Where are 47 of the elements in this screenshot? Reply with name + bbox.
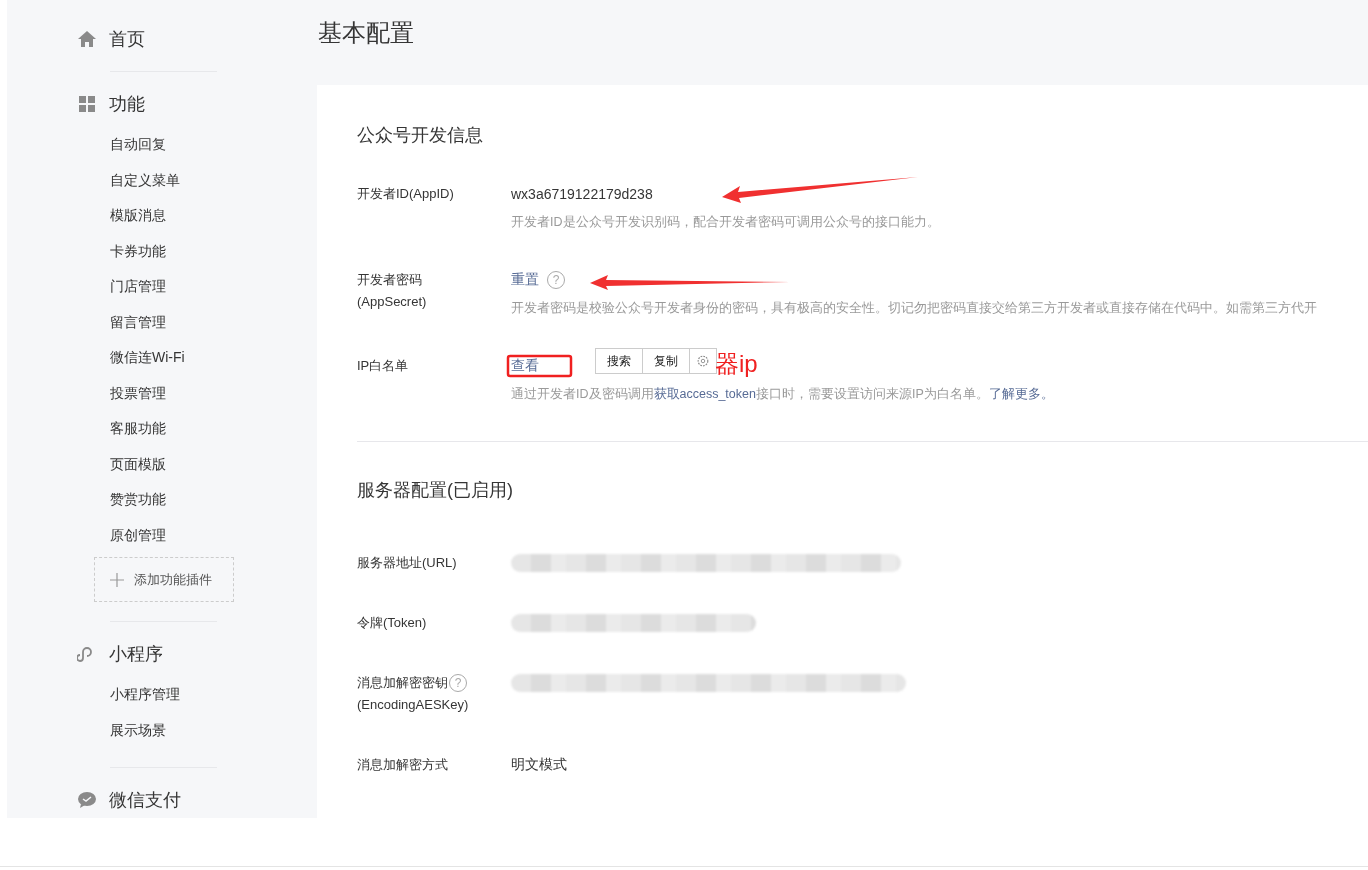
description-link[interactable]: 了解更多。: [988, 387, 1054, 401]
sidebar-item[interactable]: 自动回复: [110, 127, 166, 163]
sidebar-item[interactable]: 展示场景: [110, 712, 166, 748]
plus-icon: [110, 572, 124, 587]
sidebar-item[interactable]: 赞赏功能: [110, 482, 166, 518]
field-label: (AppSecret): [357, 293, 427, 311]
sidebar-item[interactable]: 模版消息: [110, 198, 166, 234]
sidebar-item[interactable]: 投票管理: [110, 375, 166, 411]
sidebar-section-title[interactable]: 功能: [109, 92, 145, 116]
sidebar-item[interactable]: 原创管理: [110, 517, 166, 553]
field-description: 通过开发者ID及密码调用获取access_token接口时，需要设置访问来源IP为白名单。了解更多。: [511, 386, 1054, 403]
field-label: 令牌(Token): [357, 614, 427, 632]
sidebar-item[interactable]: 微信连Wi-Fi: [110, 340, 185, 376]
page-title: 基本配置: [318, 18, 414, 48]
sidebar-item[interactable]: 留言管理: [110, 304, 166, 340]
section-title: 服务器配置(已启用): [357, 479, 513, 502]
grid-icon: [77, 94, 97, 114]
field-link[interactable]: 查看: [511, 357, 539, 375]
field-description: 开发者密码是校验公众号开发者身份的密码，具有极高的安全性。切记勿把密码直接交给第三方开发者或直接存储在代码中。如需第三方代开: [511, 300, 1317, 317]
field-label: 开发者ID(AppID): [357, 185, 454, 203]
sidebar-item[interactable]: 自定义菜单: [110, 162, 180, 198]
field-description: 开发者ID是公众号开发识别码，配合开发者密码可调用公众号的接口能力。: [511, 214, 940, 231]
description-link[interactable]: 获取access_token: [653, 387, 756, 401]
field-label: 开发者密码: [357, 271, 422, 289]
field-label: IP白名单: [357, 357, 409, 375]
field-value: 明文模式: [511, 756, 567, 774]
chat-icon: [77, 790, 97, 810]
add-plugin-button[interactable]: 添加功能插件: [94, 557, 234, 602]
sidebar-item[interactable]: 客服功能: [110, 411, 166, 447]
field-link[interactable]: 重置: [511, 271, 539, 289]
field-label: 服务器地址(URL): [357, 554, 457, 572]
sidebar-section-title[interactable]: 首页: [109, 27, 145, 51]
field-label: 消息加解密方式: [357, 756, 448, 774]
sidebar-section-title[interactable]: 小程序: [109, 642, 163, 666]
field-label: 消息加解密密钥: [357, 674, 448, 692]
field-label: (EncodingAESKey): [357, 696, 469, 714]
sidebar-item[interactable]: 门店管理: [110, 269, 166, 305]
sidebar-item[interactable]: 页面模版: [110, 446, 166, 482]
sidebar-item[interactable]: 卡券功能: [110, 233, 166, 269]
highlight-box: [506, 354, 573, 378]
sidebar-item[interactable]: 小程序管理: [110, 677, 180, 713]
settings-icon[interactable]: [696, 354, 710, 368]
section-title: 公众号开发信息: [357, 124, 483, 147]
annotation-text: 器ip: [715, 350, 758, 378]
field-value: wx3a6719122179d238: [511, 186, 653, 202]
home-icon: [77, 29, 97, 49]
sidebar-section-title[interactable]: 微信支付: [109, 788, 181, 812]
